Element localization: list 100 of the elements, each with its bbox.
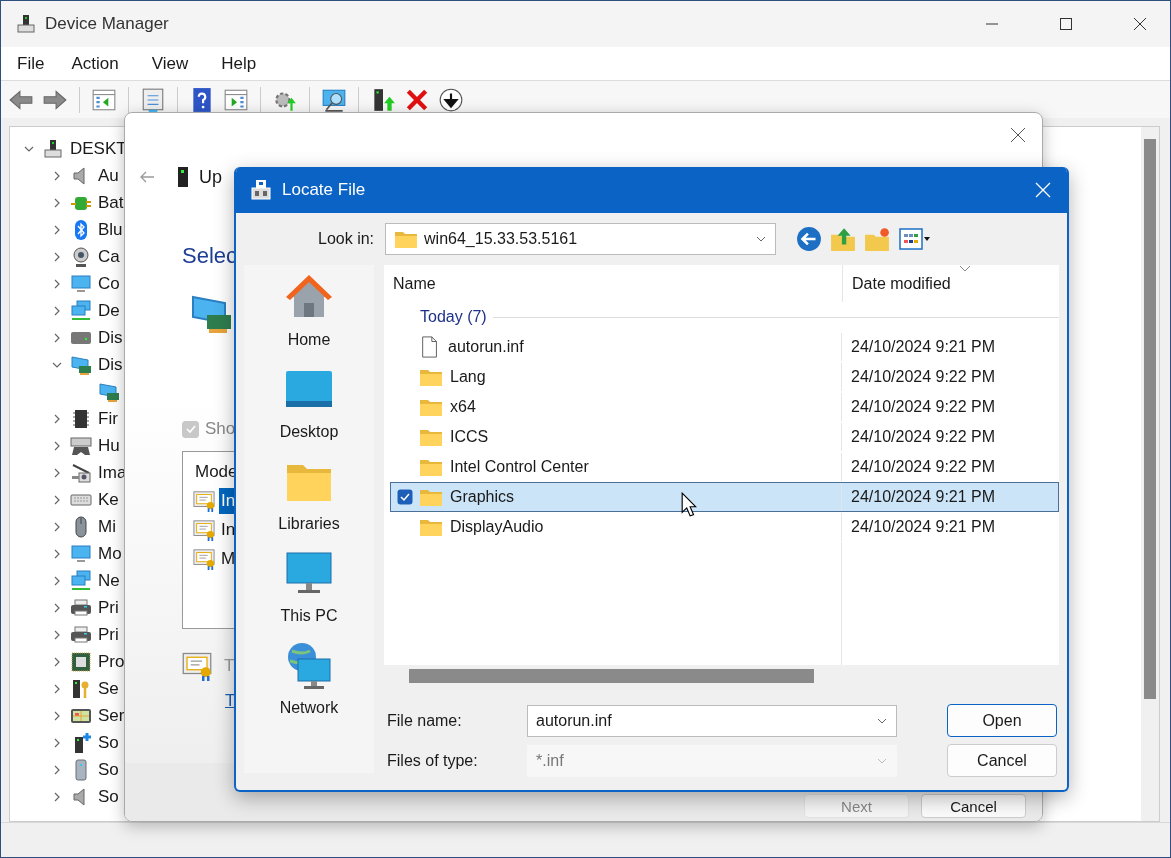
place-item[interactable]: Home [284, 273, 334, 365]
file-row[interactable]: DisplayAudio 24/10/2024 9:21 PM [390, 512, 1059, 542]
menu-item[interactable]: Help [213, 53, 266, 74]
column-header[interactable]: Date modified [843, 274, 951, 293]
tree-item[interactable]: Ne [98, 570, 120, 591]
cancel-button[interactable]: Cancel [921, 794, 1026, 818]
view-menu-icon[interactable] [898, 227, 933, 251]
file-name: DisplayAudio [450, 518, 544, 536]
tree-item[interactable]: De [98, 300, 120, 321]
file-row[interactable]: ICCS 24/10/2024 9:22 PM [390, 422, 1059, 452]
display-adapter-icon [98, 380, 120, 403]
place-item[interactable]: This PC [280, 549, 338, 641]
webcam-icon [70, 245, 92, 268]
tree-item[interactable]: Dis [98, 327, 123, 348]
group-header[interactable]: Today (7) [420, 308, 487, 326]
tree-item[interactable]: Ser [98, 705, 125, 726]
folder-icon [419, 397, 443, 417]
place-item[interactable]: Libraries [278, 457, 340, 549]
dialog-title: Up [199, 166, 222, 188]
file-row[interactable]: Intel Control Center 24/10/2024 9:22 PM [390, 452, 1059, 482]
cursor-icon [681, 492, 697, 517]
note-text: T [224, 656, 235, 676]
scrollbar[interactable] [1141, 127, 1159, 821]
tree-item[interactable]: Mo [98, 543, 122, 564]
certificate-icon [193, 489, 215, 512]
tree-item[interactable]: Co [98, 273, 120, 294]
menu-item[interactable]: File [9, 53, 54, 74]
window-title: Device Manager [45, 14, 169, 34]
file-name-field[interactable]: autorun.inf [527, 704, 897, 737]
file-date: 24/10/2024 9:21 PM [850, 338, 996, 356]
tree-item[interactable]: Mi [98, 516, 116, 537]
field-label: Files of type: [387, 751, 479, 770]
tree-item[interactable]: Au [98, 165, 119, 186]
cancel-button[interactable]: Cancel [947, 744, 1057, 777]
checkbox-label: Sho [205, 419, 236, 439]
link[interactable]: T [225, 691, 236, 711]
place-item[interactable]: Desktop [279, 365, 339, 457]
place-item[interactable]: Network [279, 641, 339, 733]
column-header[interactable]: Name [384, 265, 843, 302]
properties-icon[interactable] [140, 86, 166, 113]
tree-item[interactable]: Pri [98, 624, 119, 645]
tree-item[interactable]: So [98, 759, 119, 780]
chip-icon [70, 407, 92, 430]
look-in-dropdown[interactable]: win64_15.33.53.5161 [385, 223, 777, 255]
dialog-heading: Selec [182, 243, 238, 269]
file-type-dropdown: *.inf [527, 744, 897, 777]
tree-item[interactable]: So [98, 732, 119, 753]
field-label: Look in: [318, 230, 375, 248]
new-folder-icon[interactable] [864, 226, 891, 252]
folder-icon [419, 457, 443, 477]
camera-icon [70, 461, 92, 484]
checkbox-icon[interactable] [397, 489, 413, 505]
folder-icon [394, 229, 419, 249]
open-button[interactable]: Open [947, 704, 1057, 737]
printer-icon [70, 623, 92, 646]
folder-icon [419, 487, 443, 507]
file-date: 24/10/2024 9:22 PM [850, 368, 996, 386]
tree-item[interactable]: Se [98, 678, 119, 699]
tree-item[interactable]: So [98, 786, 119, 807]
file-date: 24/10/2024 9:22 PM [850, 428, 996, 446]
computer-icon [15, 13, 37, 35]
scroll-thumb[interactable] [409, 669, 814, 683]
sort-caret-icon [959, 265, 971, 273]
file-row[interactable]: autorun.inf 24/10/2024 9:21 PM [390, 332, 1059, 362]
close-icon[interactable] [1010, 127, 1026, 143]
certificate-icon [193, 547, 215, 570]
file-name: autorun.inf [448, 338, 524, 356]
monitor-icon [70, 542, 92, 565]
close-icon[interactable] [1132, 16, 1148, 32]
tree-item[interactable]: Pro [98, 651, 125, 672]
file-name: Graphics [450, 488, 515, 506]
menu-item[interactable]: View [143, 53, 198, 74]
tower-icon [177, 166, 189, 188]
tree-item[interactable]: Pri [98, 597, 119, 618]
network-icon [70, 569, 92, 592]
certificate-icon [182, 651, 212, 681]
download-icon[interactable] [438, 86, 464, 113]
tree-item[interactable]: Hu [98, 435, 120, 456]
file-row[interactable]: Lang 24/10/2024 9:22 PM [390, 362, 1059, 392]
tree-item[interactable]: Dis [98, 354, 123, 375]
tree-item[interactable]: Bat [98, 192, 124, 213]
back-arrow-icon[interactable] [139, 169, 155, 185]
maximize-icon[interactable] [1058, 16, 1074, 32]
file-name: ICCS [450, 428, 489, 446]
monitor-icon [70, 272, 92, 295]
tree-item[interactable]: Ca [98, 246, 120, 267]
scroll-thumb[interactable] [1144, 139, 1156, 699]
network-icon [70, 299, 92, 322]
file-row[interactable]: Graphics 24/10/2024 9:21 PM [390, 482, 1059, 512]
tree-item[interactable]: DESKT [70, 138, 127, 159]
up-folder-icon[interactable] [830, 226, 857, 252]
tree-item[interactable]: Ke [98, 489, 119, 510]
tree-item[interactable]: Fir [98, 408, 118, 429]
file-name: Intel Control Center [450, 458, 589, 476]
menu-item[interactable]: Action [63, 53, 128, 74]
computer-icon [42, 137, 64, 160]
processor-icon [70, 650, 92, 673]
display-adapter-icon [70, 353, 92, 376]
tree-item[interactable]: Blu [98, 219, 123, 240]
file-row[interactable]: x64 24/10/2024 9:22 PM [390, 392, 1059, 422]
